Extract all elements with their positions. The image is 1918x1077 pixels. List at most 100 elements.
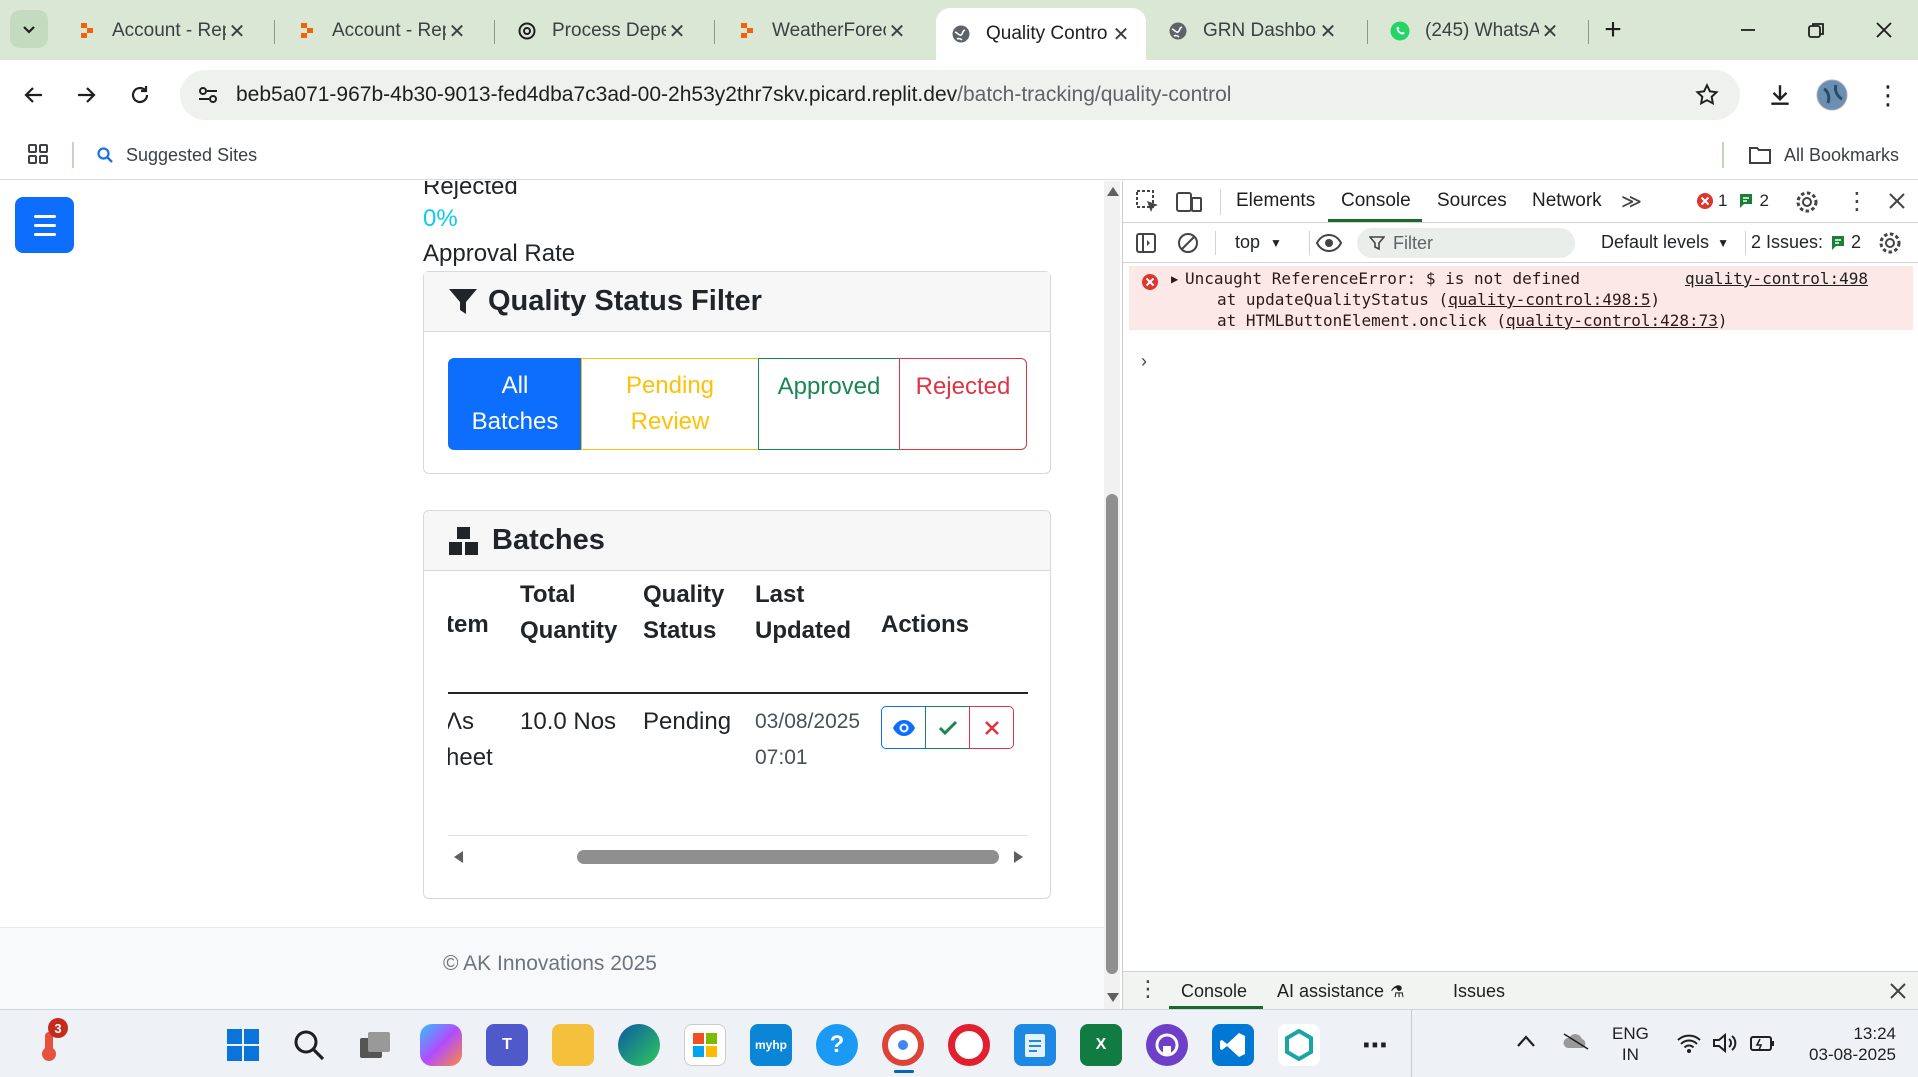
- myhp-icon[interactable]: myhp: [750, 1024, 792, 1066]
- filter-all-batches-button[interactable]: All Batches: [448, 358, 582, 450]
- excel-icon[interactable]: X: [1080, 1024, 1122, 1066]
- notepad-icon[interactable]: [1014, 1024, 1056, 1066]
- wifi-icon[interactable]: [1676, 1032, 1702, 1059]
- edge-icon[interactable]: [618, 1024, 660, 1066]
- reload-button[interactable]: [120, 75, 160, 115]
- scroll-up-arrow-icon[interactable]: [1107, 187, 1119, 196]
- battery-icon[interactable]: [1748, 1032, 1776, 1059]
- minimize-button[interactable]: [1730, 16, 1766, 44]
- browser-tab[interactable]: WeatherForec ✕: [722, 8, 922, 54]
- devtools-tab-elements[interactable]: Elements: [1236, 181, 1315, 221]
- devtools-menu-icon[interactable]: ⋮: [1845, 187, 1869, 216]
- filter-rejected-button[interactable]: Rejected: [899, 358, 1027, 450]
- chevron-up-icon[interactable]: [1516, 1034, 1536, 1053]
- reject-button[interactable]: [969, 706, 1014, 749]
- filter-approved-button[interactable]: Approved: [758, 358, 900, 450]
- approve-button[interactable]: [925, 706, 970, 749]
- profile-avatar[interactable]: [1812, 75, 1852, 115]
- chrome-icon[interactable]: [882, 1024, 924, 1066]
- vscode-icon[interactable]: [1212, 1024, 1254, 1066]
- taskbar-search-icon[interactable]: [288, 1024, 330, 1066]
- devtools-tab-console[interactable]: Console: [1341, 181, 1411, 221]
- forward-button[interactable]: [66, 75, 106, 115]
- settings-gear-icon[interactable]: [1795, 190, 1819, 219]
- drawer-tab-console[interactable]: Console: [1181, 981, 1247, 1002]
- more-tabs-icon[interactable]: ≫: [1621, 189, 1642, 214]
- live-expression-eye-icon[interactable]: [1315, 232, 1343, 259]
- all-bookmarks-button[interactable]: All Bookmarks: [1748, 142, 1899, 168]
- app-hexagon-icon[interactable]: [1278, 1024, 1320, 1066]
- sidebar-toggle-icon[interactable]: [1135, 232, 1157, 259]
- browser-tab-active[interactable]: Quality Contro ✕: [936, 8, 1146, 60]
- browser-menu-button[interactable]: ⋮: [1868, 75, 1908, 115]
- hamburger-menu-button[interactable]: [15, 197, 74, 253]
- file-explorer-icon[interactable]: [552, 1024, 594, 1066]
- close-icon[interactable]: ✕: [666, 20, 688, 43]
- page-vertical-scrollbar[interactable]: [1104, 181, 1120, 1009]
- browser-tab[interactable]: Account - Rep ✕: [282, 8, 482, 54]
- close-icon[interactable]: ✕: [886, 20, 908, 43]
- drawer-tab-ai-assistance[interactable]: AI assistance ⚗: [1277, 981, 1404, 1002]
- devtools-tab-sources[interactable]: Sources: [1437, 181, 1507, 221]
- view-button[interactable]: [881, 706, 926, 749]
- opera-icon[interactable]: [948, 1024, 990, 1066]
- console-filter-input[interactable]: Filter: [1357, 228, 1575, 258]
- clear-console-icon[interactable]: [1177, 232, 1199, 259]
- close-icon[interactable]: ✕: [1539, 20, 1561, 43]
- error-source-link[interactable]: quality-control:498: [1685, 269, 1868, 288]
- browser-tab[interactable]: (245) WhatsAp ✕: [1375, 8, 1575, 54]
- new-tab-button[interactable]: +: [1598, 12, 1628, 48]
- close-icon[interactable]: ✕: [1317, 20, 1339, 43]
- close-drawer-icon[interactable]: [1889, 982, 1907, 1005]
- filter-pending-review-button[interactable]: Pending Review: [581, 358, 759, 450]
- apps-grid-icon[interactable]: [26, 142, 50, 166]
- table-horizontal-scrollbar[interactable]: [448, 847, 1028, 867]
- close-icon[interactable]: ✕: [226, 20, 248, 43]
- scroll-right-arrow-icon[interactable]: [1014, 851, 1023, 863]
- browser-tab[interactable]: Process Deper ✕: [502, 8, 702, 54]
- github-desktop-icon[interactable]: [1146, 1024, 1188, 1066]
- teams-icon[interactable]: T: [486, 1024, 528, 1066]
- copilot-icon[interactable]: [420, 1024, 462, 1066]
- close-window-button[interactable]: [1866, 16, 1902, 44]
- task-view-icon[interactable]: [354, 1024, 396, 1066]
- start-button[interactable]: [222, 1024, 264, 1066]
- download-button[interactable]: [1760, 75, 1800, 115]
- back-button[interactable]: [14, 75, 54, 115]
- onedrive-icon[interactable]: [1562, 1032, 1590, 1055]
- expand-triangle-icon[interactable]: ▶: [1171, 272, 1178, 286]
- site-info-icon[interactable]: [194, 81, 222, 109]
- scrollbar-thumb[interactable]: [1106, 494, 1118, 974]
- devtools-tab-network[interactable]: Network: [1532, 181, 1602, 221]
- drawer-tab-issues[interactable]: Issues: [1453, 981, 1505, 1002]
- tab-search-button[interactable]: [10, 10, 48, 48]
- weather-widget-icon[interactable]: 3: [28, 1018, 70, 1066]
- language-indicator[interactable]: ENG IN: [1612, 1023, 1649, 1065]
- more-apps-icon[interactable]: ⋯: [1354, 1024, 1396, 1066]
- help-icon[interactable]: ?: [816, 1024, 858, 1066]
- device-toolbar-icon[interactable]: [1175, 189, 1203, 220]
- close-icon[interactable]: ✕: [1110, 23, 1132, 46]
- error-counter[interactable]: 1 2: [1696, 191, 1769, 211]
- console-input-area[interactable]: [1123, 341, 1918, 941]
- browser-tab[interactable]: Account - Rep ✕: [62, 8, 262, 54]
- stack-link[interactable]: quality-control:498:5: [1448, 290, 1650, 309]
- bookmark-star-icon[interactable]: [1694, 82, 1720, 108]
- inspect-element-icon[interactable]: [1135, 189, 1161, 220]
- context-selector[interactable]: top ▼: [1235, 232, 1282, 253]
- issues-counter[interactable]: 2 Issues: 2: [1751, 232, 1861, 253]
- address-bar[interactable]: beb5a071-967b-4b30-9013-fed4dba7c3ad-00-…: [180, 70, 1740, 120]
- browser-tab[interactable]: GRN Dashboa ✕: [1153, 8, 1353, 54]
- scroll-left-arrow-icon[interactable]: [454, 851, 463, 863]
- restore-button[interactable]: [1798, 16, 1834, 44]
- volume-icon[interactable]: [1712, 1032, 1738, 1059]
- scroll-down-arrow-icon[interactable]: [1107, 993, 1119, 1002]
- close-devtools-icon[interactable]: [1887, 191, 1907, 216]
- scrollbar-thumb[interactable]: [577, 850, 999, 864]
- clock[interactable]: 13:24 03-08-2025: [1796, 1023, 1896, 1065]
- close-icon[interactable]: ✕: [446, 20, 468, 43]
- console-settings-gear-icon[interactable]: [1878, 231, 1902, 260]
- microsoft-store-icon[interactable]: [684, 1024, 726, 1066]
- log-levels-dropdown[interactable]: Default levels ▼: [1601, 232, 1729, 253]
- console-error-message[interactable]: ▶ Uncaught ReferenceError: $ is not defi…: [1129, 266, 1913, 330]
